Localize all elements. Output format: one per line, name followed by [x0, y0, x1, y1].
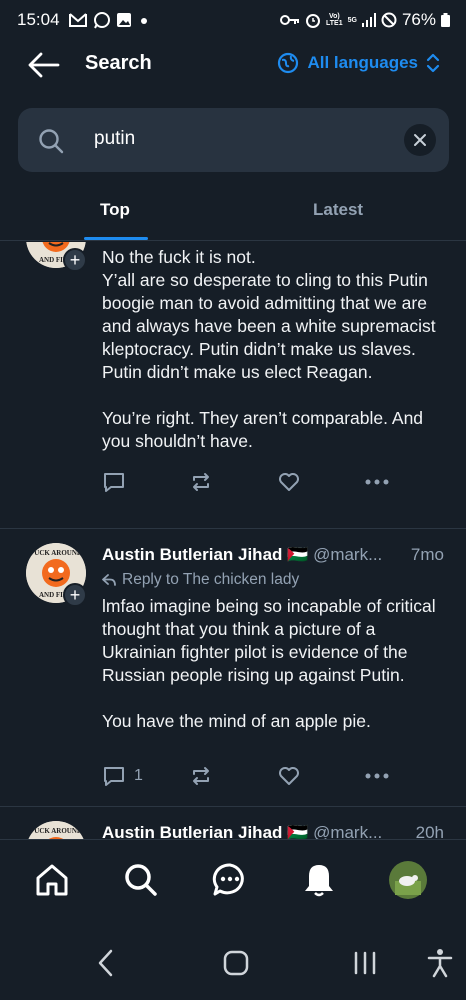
nav-chat[interactable] — [210, 860, 250, 900]
system-navigation — [0, 920, 466, 1000]
home-circle-icon[interactable] — [222, 948, 250, 978]
follow-plus-button[interactable]: + — [63, 583, 87, 607]
chevron-up-down-icon — [426, 53, 440, 73]
gallery-icon — [116, 13, 131, 27]
accessibility-icon[interactable] — [426, 948, 454, 978]
back-arrow-icon[interactable] — [26, 50, 60, 80]
post-actions — [102, 470, 402, 496]
clear-search-button[interactable] — [404, 124, 436, 156]
repost-icon — [193, 473, 209, 491]
repost-button[interactable] — [189, 470, 213, 494]
page-title: Search — [85, 52, 152, 74]
language-label: All languages — [307, 53, 418, 72]
avatar[interactable]: FUCK AROUND — [26, 821, 86, 839]
alarm-icon — [306, 14, 321, 28]
status-time: 15:04 — [17, 10, 60, 29]
post-text: lmfao imagine being so incapable of crit… — [102, 595, 447, 733]
heart-icon — [279, 767, 299, 785]
like-button[interactable] — [277, 764, 301, 788]
author-flag: 🇵🇸 — [287, 545, 309, 564]
language-selector[interactable]: All languages — [277, 52, 440, 74]
gmail-icon — [68, 13, 87, 27]
repost-icon — [193, 767, 209, 785]
search-icon — [39, 129, 64, 154]
search-results-feed[interactable]: AND FIND + No the fuck it is not. Y’all … — [0, 242, 466, 839]
reply-count: 1 — [134, 767, 143, 784]
nav-search[interactable] — [121, 860, 161, 900]
chat-icon — [212, 863, 244, 896]
active-tab-indicator — [84, 237, 148, 240]
bottom-navigation — [0, 839, 466, 919]
author-handle: @mark... — [313, 823, 383, 839]
post-author[interactable]: Austin Butlerian Jihad 🇵🇸 @mark... — [102, 823, 382, 839]
tab-top[interactable]: Top — [100, 200, 130, 220]
svg-text:FUCK AROUND: FUCK AROUND — [30, 827, 82, 835]
post-paragraph: You’re right. They aren’t comparable. An… — [102, 408, 424, 451]
battery-icon — [441, 13, 450, 27]
language-globe-icon — [278, 52, 299, 74]
nav-home[interactable] — [32, 860, 72, 900]
signal-icon — [361, 13, 376, 27]
author-name: Austin Butlerian Jihad — [102, 823, 283, 839]
more-options-button[interactable] — [364, 470, 390, 494]
recents-icon[interactable] — [352, 948, 378, 978]
bell-icon — [305, 865, 333, 897]
heart-icon — [279, 473, 299, 491]
post-paragraph: lmfao imagine being so incapable of crit… — [102, 596, 436, 685]
post[interactable]: FUCK AROUND Austin Butlerian Jihad 🇵🇸 @m… — [0, 807, 466, 839]
more-options-button[interactable] — [364, 764, 390, 788]
volte-icon: Vo) LTE1 — [326, 13, 343, 27]
reply-to-label: Reply to The chicken lady — [122, 571, 300, 588]
search-tabs: Top Latest — [0, 185, 466, 241]
status-bar: 15:04 Vo) LTE1 5G 76% — [0, 0, 466, 40]
nav-notifications[interactable] — [299, 860, 339, 900]
reply-icon — [104, 473, 124, 492]
post-actions: 1 — [102, 764, 402, 790]
post[interactable]: FUCK AROUND AND FIND + Austin Butlerian J… — [0, 529, 466, 806]
author-handle: @mark... — [313, 545, 383, 564]
home-icon — [36, 864, 68, 896]
post-author[interactable]: Austin Butlerian Jihad 🇵🇸 @mark... — [102, 545, 382, 565]
search-input[interactable]: putin — [94, 128, 135, 150]
svg-text:FUCK AROUND: FUCK AROUND — [30, 549, 82, 557]
search-header: Search All languages — [0, 40, 466, 90]
author-flag: 🇵🇸 — [287, 823, 309, 839]
reply-button[interactable] — [102, 470, 126, 494]
author-name: Austin Butlerian Jihad — [102, 545, 283, 564]
dnd-icon — [381, 12, 397, 28]
reply-icon — [104, 767, 124, 786]
more-dots-icon — [365, 773, 389, 779]
5g-icon: 5G — [347, 16, 357, 24]
nav-profile[interactable] — [388, 860, 428, 900]
post-timestamp[interactable]: 7mo — [411, 545, 444, 565]
post-paragraph: You have the mind of an apple pie. — [102, 711, 371, 731]
post[interactable]: AND FIND + No the fuck it is not. Y’all … — [0, 242, 466, 528]
post-text: No the fuck it is not. Y’all are so desp… — [102, 246, 447, 453]
close-icon — [414, 134, 426, 146]
profile-avatar — [389, 861, 427, 899]
whatsapp-icon — [93, 12, 110, 29]
like-button[interactable] — [277, 470, 301, 494]
reply-arrow-icon — [102, 574, 116, 586]
more-dots-icon — [365, 479, 389, 485]
reply-context[interactable]: Reply to The chicken lady — [102, 571, 299, 589]
avatar-image: FUCK AROUND — [28, 821, 84, 839]
dot-icon — [140, 18, 147, 24]
reply-button[interactable]: 1 — [102, 764, 143, 788]
follow-plus-button[interactable]: + — [63, 248, 87, 272]
post-paragraph: No the fuck it is not. Y’all are so desp… — [102, 247, 436, 382]
back-icon[interactable] — [96, 948, 116, 978]
battery-percent: 76% — [401, 10, 436, 29]
search-icon — [125, 864, 157, 896]
repost-button[interactable] — [189, 764, 213, 788]
search-bar[interactable]: putin — [18, 108, 449, 172]
post-timestamp[interactable]: 20h — [416, 823, 444, 839]
key-icon — [280, 15, 300, 25]
tab-latest[interactable]: Latest — [313, 200, 363, 220]
